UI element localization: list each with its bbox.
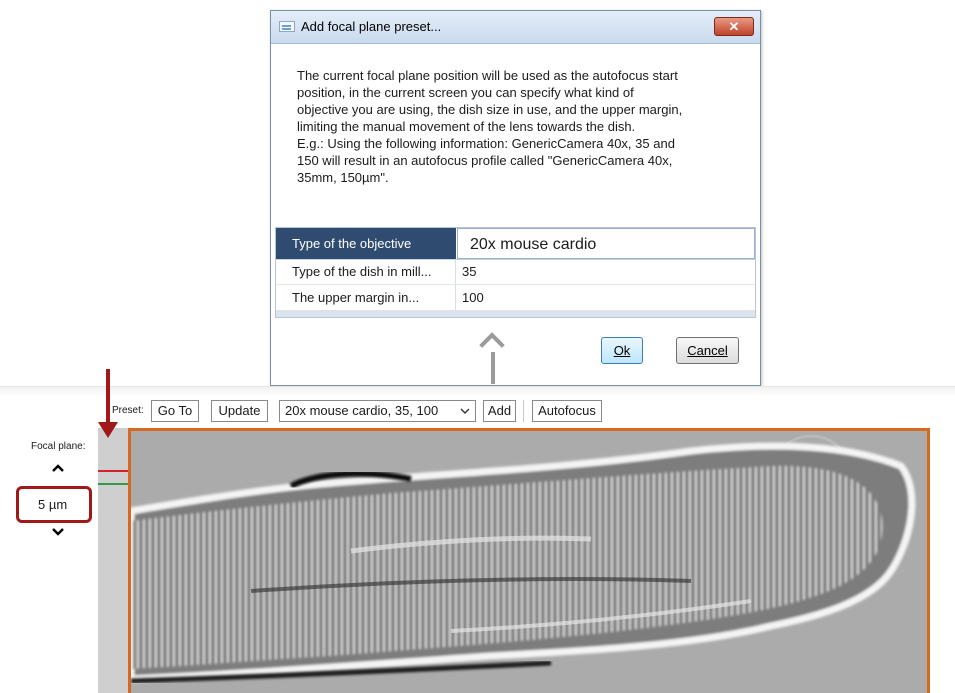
- upper-limit-marker: [98, 470, 130, 472]
- description-line: 35mm, 150µm".: [297, 170, 389, 185]
- goto-button[interactable]: Go To: [151, 400, 199, 422]
- chevron-up-icon[interactable]: [51, 460, 65, 478]
- property-label: The upper margin in...: [276, 285, 456, 310]
- focal-plane-value: 5 µm: [38, 497, 68, 512]
- property-label: Type of the dish in mill...: [276, 259, 456, 284]
- description-line: limiting the manual movement of the lens…: [297, 119, 636, 134]
- preset-property-grid: Type of the objective 20x mouse cardio T…: [275, 227, 756, 318]
- description-line: E.g.: Using the following information: G…: [297, 136, 675, 151]
- annotation-arrowhead-red: [98, 422, 118, 438]
- property-row-upper-margin[interactable]: The upper margin in... 100: [276, 285, 755, 311]
- cancel-button[interactable]: Cancel: [676, 337, 739, 364]
- close-button[interactable]: ✕: [714, 17, 754, 36]
- upper-margin-value-field[interactable]: 100: [457, 285, 755, 310]
- add-focal-plane-preset-dialog: Add focal plane preset... ✕ The current …: [270, 10, 761, 386]
- property-row-dish[interactable]: Type of the dish in mill... 35: [276, 259, 755, 285]
- description-line: The current focal plane position will be…: [297, 68, 678, 83]
- preset-label: Preset:: [112, 405, 144, 416]
- cardiomyocyte-image: [131, 431, 927, 693]
- property-label: Type of the objective: [276, 228, 456, 259]
- microscope-image-viewer[interactable]: [128, 428, 930, 693]
- update-button[interactable]: Update: [211, 400, 268, 422]
- window-icon: [279, 21, 295, 32]
- current-position-marker: [98, 483, 130, 485]
- ok-label: Ok: [613, 343, 631, 358]
- chevron-down-icon[interactable]: [51, 524, 65, 542]
- add-button[interactable]: Add: [483, 400, 516, 422]
- dish-value-field[interactable]: 35: [457, 259, 755, 284]
- dialog-description: The current focal plane position will be…: [297, 67, 737, 186]
- preset-select-value: 20x mouse cardio, 35, 100: [285, 403, 439, 418]
- dialog-titlebar[interactable]: Add focal plane preset... ✕: [271, 11, 760, 44]
- cancel-label: Cancel: [687, 343, 728, 358]
- autofocus-button[interactable]: Autofocus: [532, 400, 602, 422]
- description-line: objective you are using, the dish size i…: [297, 102, 683, 117]
- description-line: 150 will result in an autofocus profile …: [297, 153, 673, 168]
- chevron-down-icon: [460, 401, 470, 428]
- objective-value-field[interactable]: 20x mouse cardio: [457, 228, 755, 259]
- toolbar-separator: [523, 400, 524, 422]
- dialog-title: Add focal plane preset...: [301, 19, 442, 34]
- ok-button[interactable]: Ok: [601, 337, 643, 364]
- app-toolbar-strip: [0, 386, 955, 397]
- description-line: position, in the current screen you can …: [297, 85, 634, 100]
- annotation-arrow-red: [106, 369, 110, 425]
- focal-plane-track[interactable]: [98, 428, 128, 693]
- preset-select[interactable]: 20x mouse cardio, 35, 100: [279, 400, 476, 422]
- grid-footer: [276, 310, 755, 317]
- focal-plane-label: Focal plane:: [31, 441, 86, 452]
- property-row-objective[interactable]: Type of the objective 20x mouse cardio: [276, 228, 755, 260]
